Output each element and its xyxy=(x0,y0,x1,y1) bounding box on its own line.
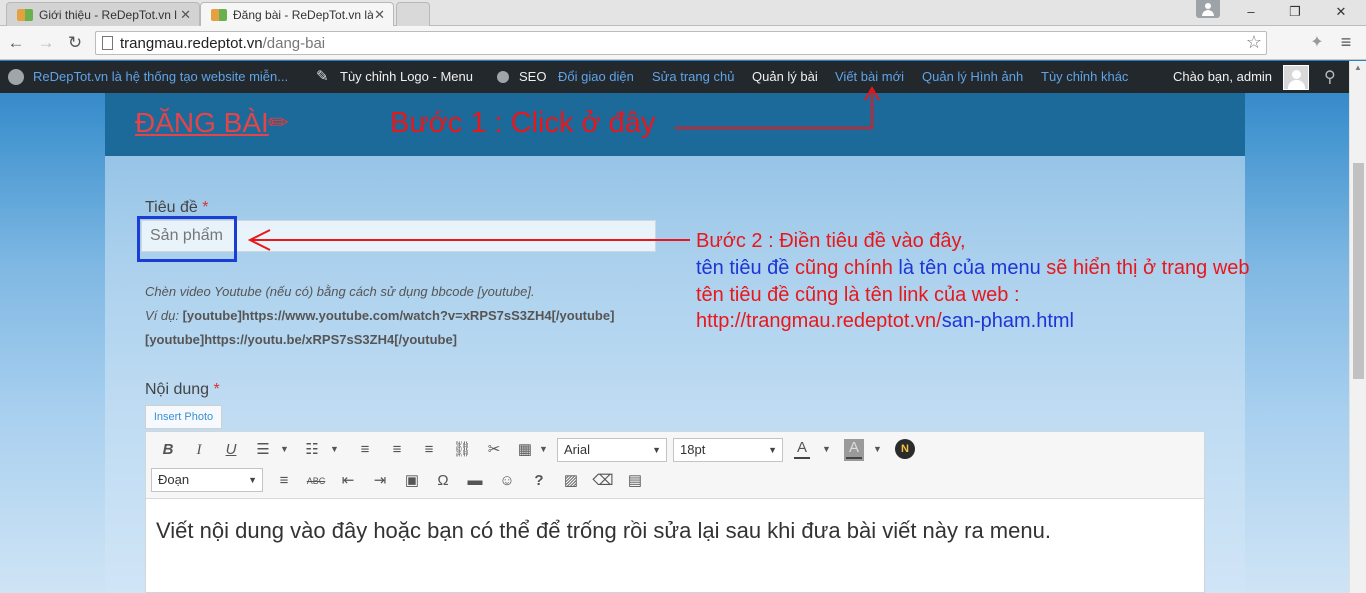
content-label: Nội dung * xyxy=(145,381,220,398)
format-select[interactable]: Đoạn ▼ xyxy=(151,468,263,492)
step2-line3: tên tiêu đề cũng là tên link của web : xyxy=(696,284,1020,306)
eraser-icon[interactable]: ⌫ xyxy=(590,469,616,493)
step2-line2: tên tiêu đề cũng chính là tên của menu s… xyxy=(696,257,1250,279)
bullet-list-dropdown-icon[interactable]: ▼ xyxy=(280,444,289,454)
bullet-list-icon[interactable]: ☰ xyxy=(250,438,276,462)
page-scrollbar[interactable]: ▲ xyxy=(1349,61,1366,593)
align-center-icon[interactable]: ≡ xyxy=(384,438,410,462)
horizontal-rule-icon[interactable]: ▬ xyxy=(462,469,488,493)
editor-content[interactable]: Viết nội dung vào đây hoặc bạn có thể để… xyxy=(156,518,1051,544)
step2-line4: http://trangmau.redeptot.vn/san-pham.htm… xyxy=(696,310,1074,332)
indent-icon[interactable]: ⇥ xyxy=(367,469,393,493)
unlink-icon[interactable]: ✂ xyxy=(481,438,507,462)
youtube-hint-line2: Ví dụ: [youtube]https://www.youtube.com/… xyxy=(145,308,615,323)
background-color-icon[interactable]: A xyxy=(844,439,864,461)
paste-text-icon[interactable]: ▣ xyxy=(399,469,425,493)
image-icon[interactable]: ▨ xyxy=(558,469,584,493)
align-right-icon[interactable]: ≡ xyxy=(416,438,442,462)
n-plugin-icon[interactable]: N xyxy=(895,439,915,459)
rich-text-editor: B I U ☰ ▼ ☷ ▼ ≡ ≡ ≡ ⛓ ✂ ▦ ▼ Arial ▼ 18pt ▼… xyxy=(145,431,1205,593)
numbered-list-dropdown-icon[interactable]: ▼ xyxy=(330,444,339,454)
help-icon[interactable]: ? xyxy=(526,469,552,493)
outdent-icon[interactable]: ⇤ xyxy=(335,469,361,493)
media-icon[interactable]: ▤ xyxy=(622,469,648,493)
numbered-list-icon[interactable]: ☷ xyxy=(299,438,325,462)
editor-toolbar-row2: Đoạn ▼ ≡ ABC ⇤ ⇥ ▣ Ω ▬ ☺ ? ▨ ⌫ ▤ xyxy=(146,465,1204,499)
italic-icon[interactable]: I xyxy=(186,438,212,462)
emoticon-icon[interactable]: ☺ xyxy=(494,469,520,493)
background-color-dropdown-icon[interactable]: ▼ xyxy=(873,444,882,454)
link-icon[interactable]: ⛓ xyxy=(449,438,475,462)
insert-photo-button[interactable]: Insert Photo xyxy=(145,405,222,429)
youtube-hint-line3: [youtube]https://youtu.be/xRPS7sS3ZH4[/y… xyxy=(145,332,458,347)
table-icon[interactable]: ▦ xyxy=(512,438,538,462)
font-family-select[interactable]: Arial ▼ xyxy=(557,438,667,462)
scrollbar-thumb[interactable] xyxy=(1353,163,1364,379)
scroll-up-icon[interactable]: ▲ xyxy=(1354,63,1362,72)
bold-icon[interactable]: B xyxy=(155,438,181,462)
youtube-hint-line1: Chèn video Youtube (nếu có) bằng cách sử… xyxy=(145,284,535,299)
step2-line1: Bước 2 : Điền tiêu đề vào đây, xyxy=(696,230,966,252)
special-char-icon[interactable]: Ω xyxy=(430,469,456,493)
editor-toolbar-row1: B I U ☰ ▼ ☷ ▼ ≡ ≡ ≡ ⛓ ✂ ▦ ▼ Arial ▼ 18pt ▼… xyxy=(146,432,1204,466)
align-left-icon[interactable]: ≡ xyxy=(352,438,378,462)
underline-icon[interactable]: U xyxy=(218,438,244,462)
font-size-select[interactable]: 18pt ▼ xyxy=(673,438,783,462)
table-dropdown-icon[interactable]: ▼ xyxy=(539,444,548,454)
strikethrough-icon[interactable]: ABC xyxy=(303,469,329,493)
justify-icon[interactable]: ≡ xyxy=(271,469,297,493)
text-color-icon[interactable]: A xyxy=(792,439,812,461)
text-color-dropdown-icon[interactable]: ▼ xyxy=(822,444,831,454)
